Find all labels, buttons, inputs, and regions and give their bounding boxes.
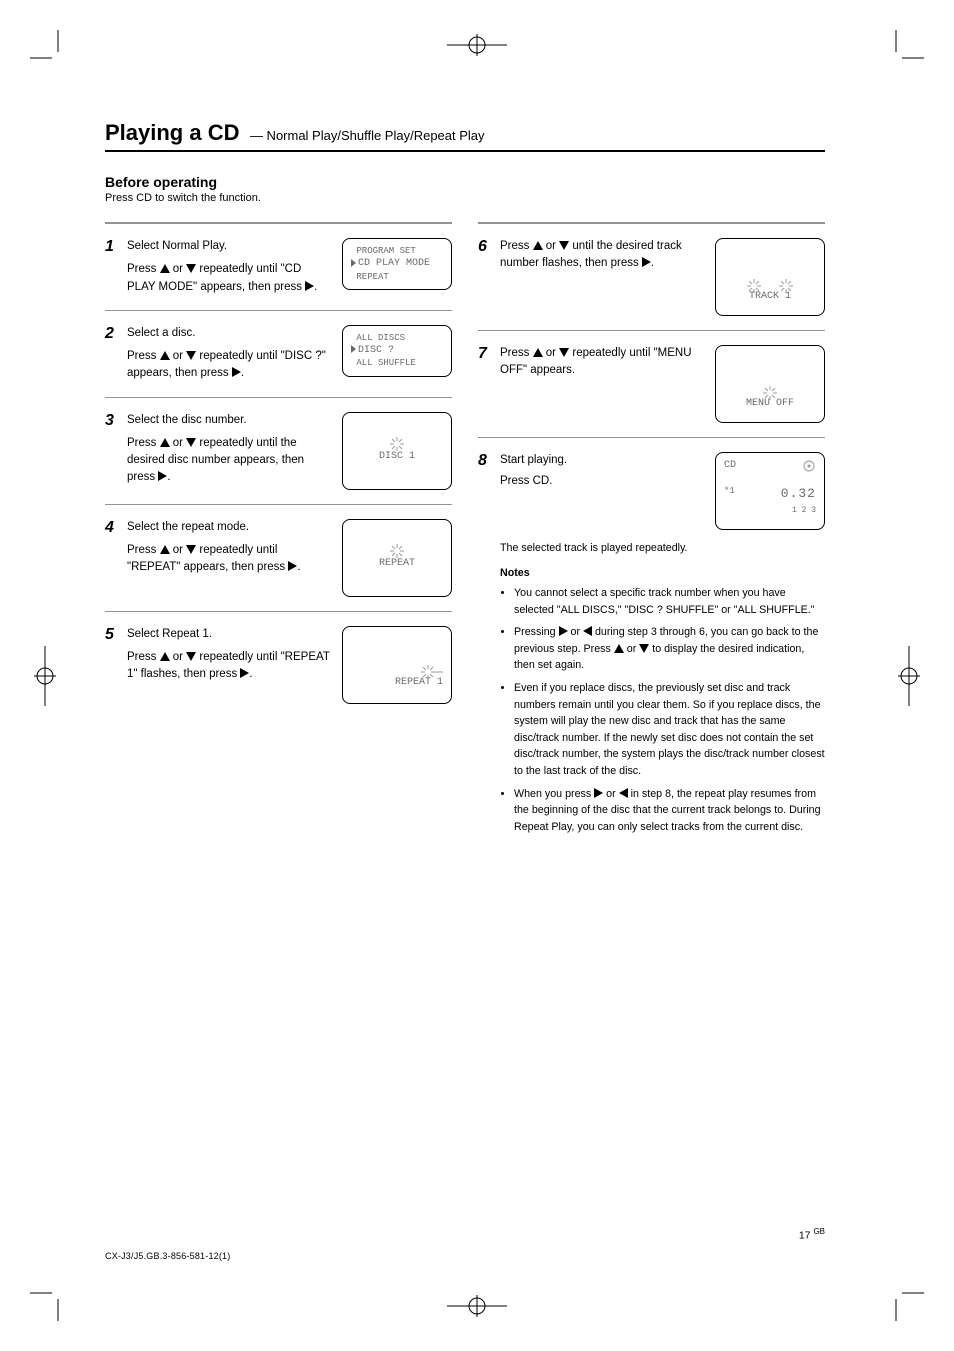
page-number: 17 — [799, 1229, 811, 1241]
registration-mark-right — [894, 646, 924, 706]
lcd-display-5: REPEAT 1 — [342, 626, 452, 704]
registration-mark-bottom — [447, 1291, 507, 1321]
down-arrow-icon — [186, 545, 196, 554]
lcd-display-3: DISC 1 — [342, 412, 452, 490]
up-arrow-icon — [614, 644, 624, 653]
down-arrow-icon — [559, 241, 569, 250]
step-number: 1 — [105, 238, 114, 256]
registration-mark-top — [447, 30, 507, 60]
right-arrow-icon — [288, 561, 297, 571]
lcd-display-6: TRACK 1 — [715, 238, 825, 316]
right-arrow-icon — [594, 788, 603, 798]
up-arrow-icon — [533, 348, 543, 357]
notes-heading: Notes — [500, 565, 825, 582]
step-number: 7 — [478, 345, 487, 363]
step-number: 8 — [478, 452, 487, 470]
left-column: 1 Select Normal Play. Press or repeatedl… — [105, 222, 452, 841]
step-1-or: or — [170, 263, 187, 275]
right-arrow-icon — [232, 367, 241, 377]
step-5-title: Select Repeat 1. — [127, 626, 330, 643]
lcd-display-2: ALL DISCS DISC ? ALL SHUFFLE — [342, 325, 452, 377]
lcd-display-7: MENU OFF — [715, 345, 825, 423]
left-arrow-icon — [619, 788, 628, 798]
step-8: 8 Start playing. Press CD. CD — [478, 452, 825, 835]
lcd-display-8: CD *1 0.32 1 2 3 — [715, 452, 825, 530]
step-6: 6 Press or until the desired track numbe… — [478, 238, 825, 316]
down-arrow-icon — [186, 351, 196, 360]
lcd-display-4: REPEAT — [342, 519, 452, 597]
step-number: 4 — [105, 519, 114, 537]
job-code: CX-J3/J5.GB.3-856-581-12(1) — [105, 1251, 230, 1261]
section-code: GB — [813, 1227, 825, 1236]
section-label: Before operating — [105, 174, 825, 190]
crop-mark-top-left — [30, 30, 70, 70]
registration-mark-left — [30, 646, 60, 706]
crop-mark-top-right — [884, 30, 924, 70]
section-lead: Press CD to switch the function. — [105, 192, 825, 204]
step-number: 3 — [105, 412, 114, 430]
note-item: Pressing or during step 3 through 6, you… — [514, 624, 825, 674]
up-arrow-icon — [160, 351, 170, 360]
up-arrow-icon — [160, 545, 170, 554]
down-arrow-icon — [186, 264, 196, 273]
step-1: 1 Select Normal Play. Press or repeatedl… — [105, 238, 452, 296]
step-2: 2 Select a disc. Press or repeatedly unt… — [105, 325, 452, 383]
page-subtitle: — Normal Play/Shuffle Play/Repeat Play — [250, 128, 485, 143]
up-arrow-icon — [160, 264, 170, 273]
page-body: Playing a CD — Normal Play/Shuffle Play/… — [105, 120, 825, 841]
step-4-title: Select the repeat mode. — [127, 519, 330, 536]
lcd-display-1: PROGRAM SET CD PLAY MODE REPEAT — [342, 238, 452, 290]
step-1-text-a: Press — [127, 263, 160, 275]
step-2-title: Select a disc. — [127, 325, 330, 342]
step-number: 2 — [105, 325, 114, 343]
note-item: Even if you replace discs, the previousl… — [514, 680, 825, 779]
crop-mark-bottom-right — [884, 1281, 924, 1321]
step-7: 7 Press or repeatedly until "MENU OFF" a… — [478, 345, 825, 423]
step-number: 6 — [478, 238, 487, 256]
step-3: 3 Select the disc number. Press or repea… — [105, 412, 452, 490]
step-4: 4 Select the repeat mode. Press or repea… — [105, 519, 452, 597]
down-arrow-icon — [186, 652, 196, 661]
down-arrow-icon — [559, 348, 569, 357]
left-arrow-icon — [583, 626, 592, 636]
up-arrow-icon — [160, 438, 170, 447]
step-1-text-c: . — [314, 281, 317, 293]
right-arrow-icon — [305, 281, 314, 291]
step-3-title: Select the disc number. — [127, 412, 330, 429]
right-arrow-icon — [158, 471, 167, 481]
note-item: You cannot select a specific track numbe… — [514, 585, 825, 618]
page-header: Playing a CD — Normal Play/Shuffle Play/… — [105, 120, 825, 152]
up-arrow-icon — [160, 652, 170, 661]
page-footer: 17 GB — [105, 1227, 825, 1242]
step-8-followup: The selected track is played repeatedly. — [500, 540, 825, 557]
up-arrow-icon — [533, 241, 543, 250]
step-8-title: Start playing. — [500, 452, 703, 469]
disc-icon — [802, 459, 816, 479]
step-number: 5 — [105, 626, 114, 644]
note-item: When you press or in step 8, the repeat … — [514, 786, 825, 836]
step-1-title: Select Normal Play. — [127, 238, 330, 255]
down-arrow-icon — [639, 644, 649, 653]
right-column: 6 Press or until the desired track numbe… — [478, 222, 825, 841]
right-arrow-icon — [642, 257, 651, 267]
right-arrow-icon — [559, 626, 568, 636]
step-8-text: Press CD. — [500, 473, 703, 490]
crop-mark-bottom-left — [30, 1281, 70, 1321]
page-title: Playing a CD — [105, 120, 239, 146]
step-5: 5 Select Repeat 1. Press or repeatedly u… — [105, 626, 452, 704]
down-arrow-icon — [186, 438, 196, 447]
